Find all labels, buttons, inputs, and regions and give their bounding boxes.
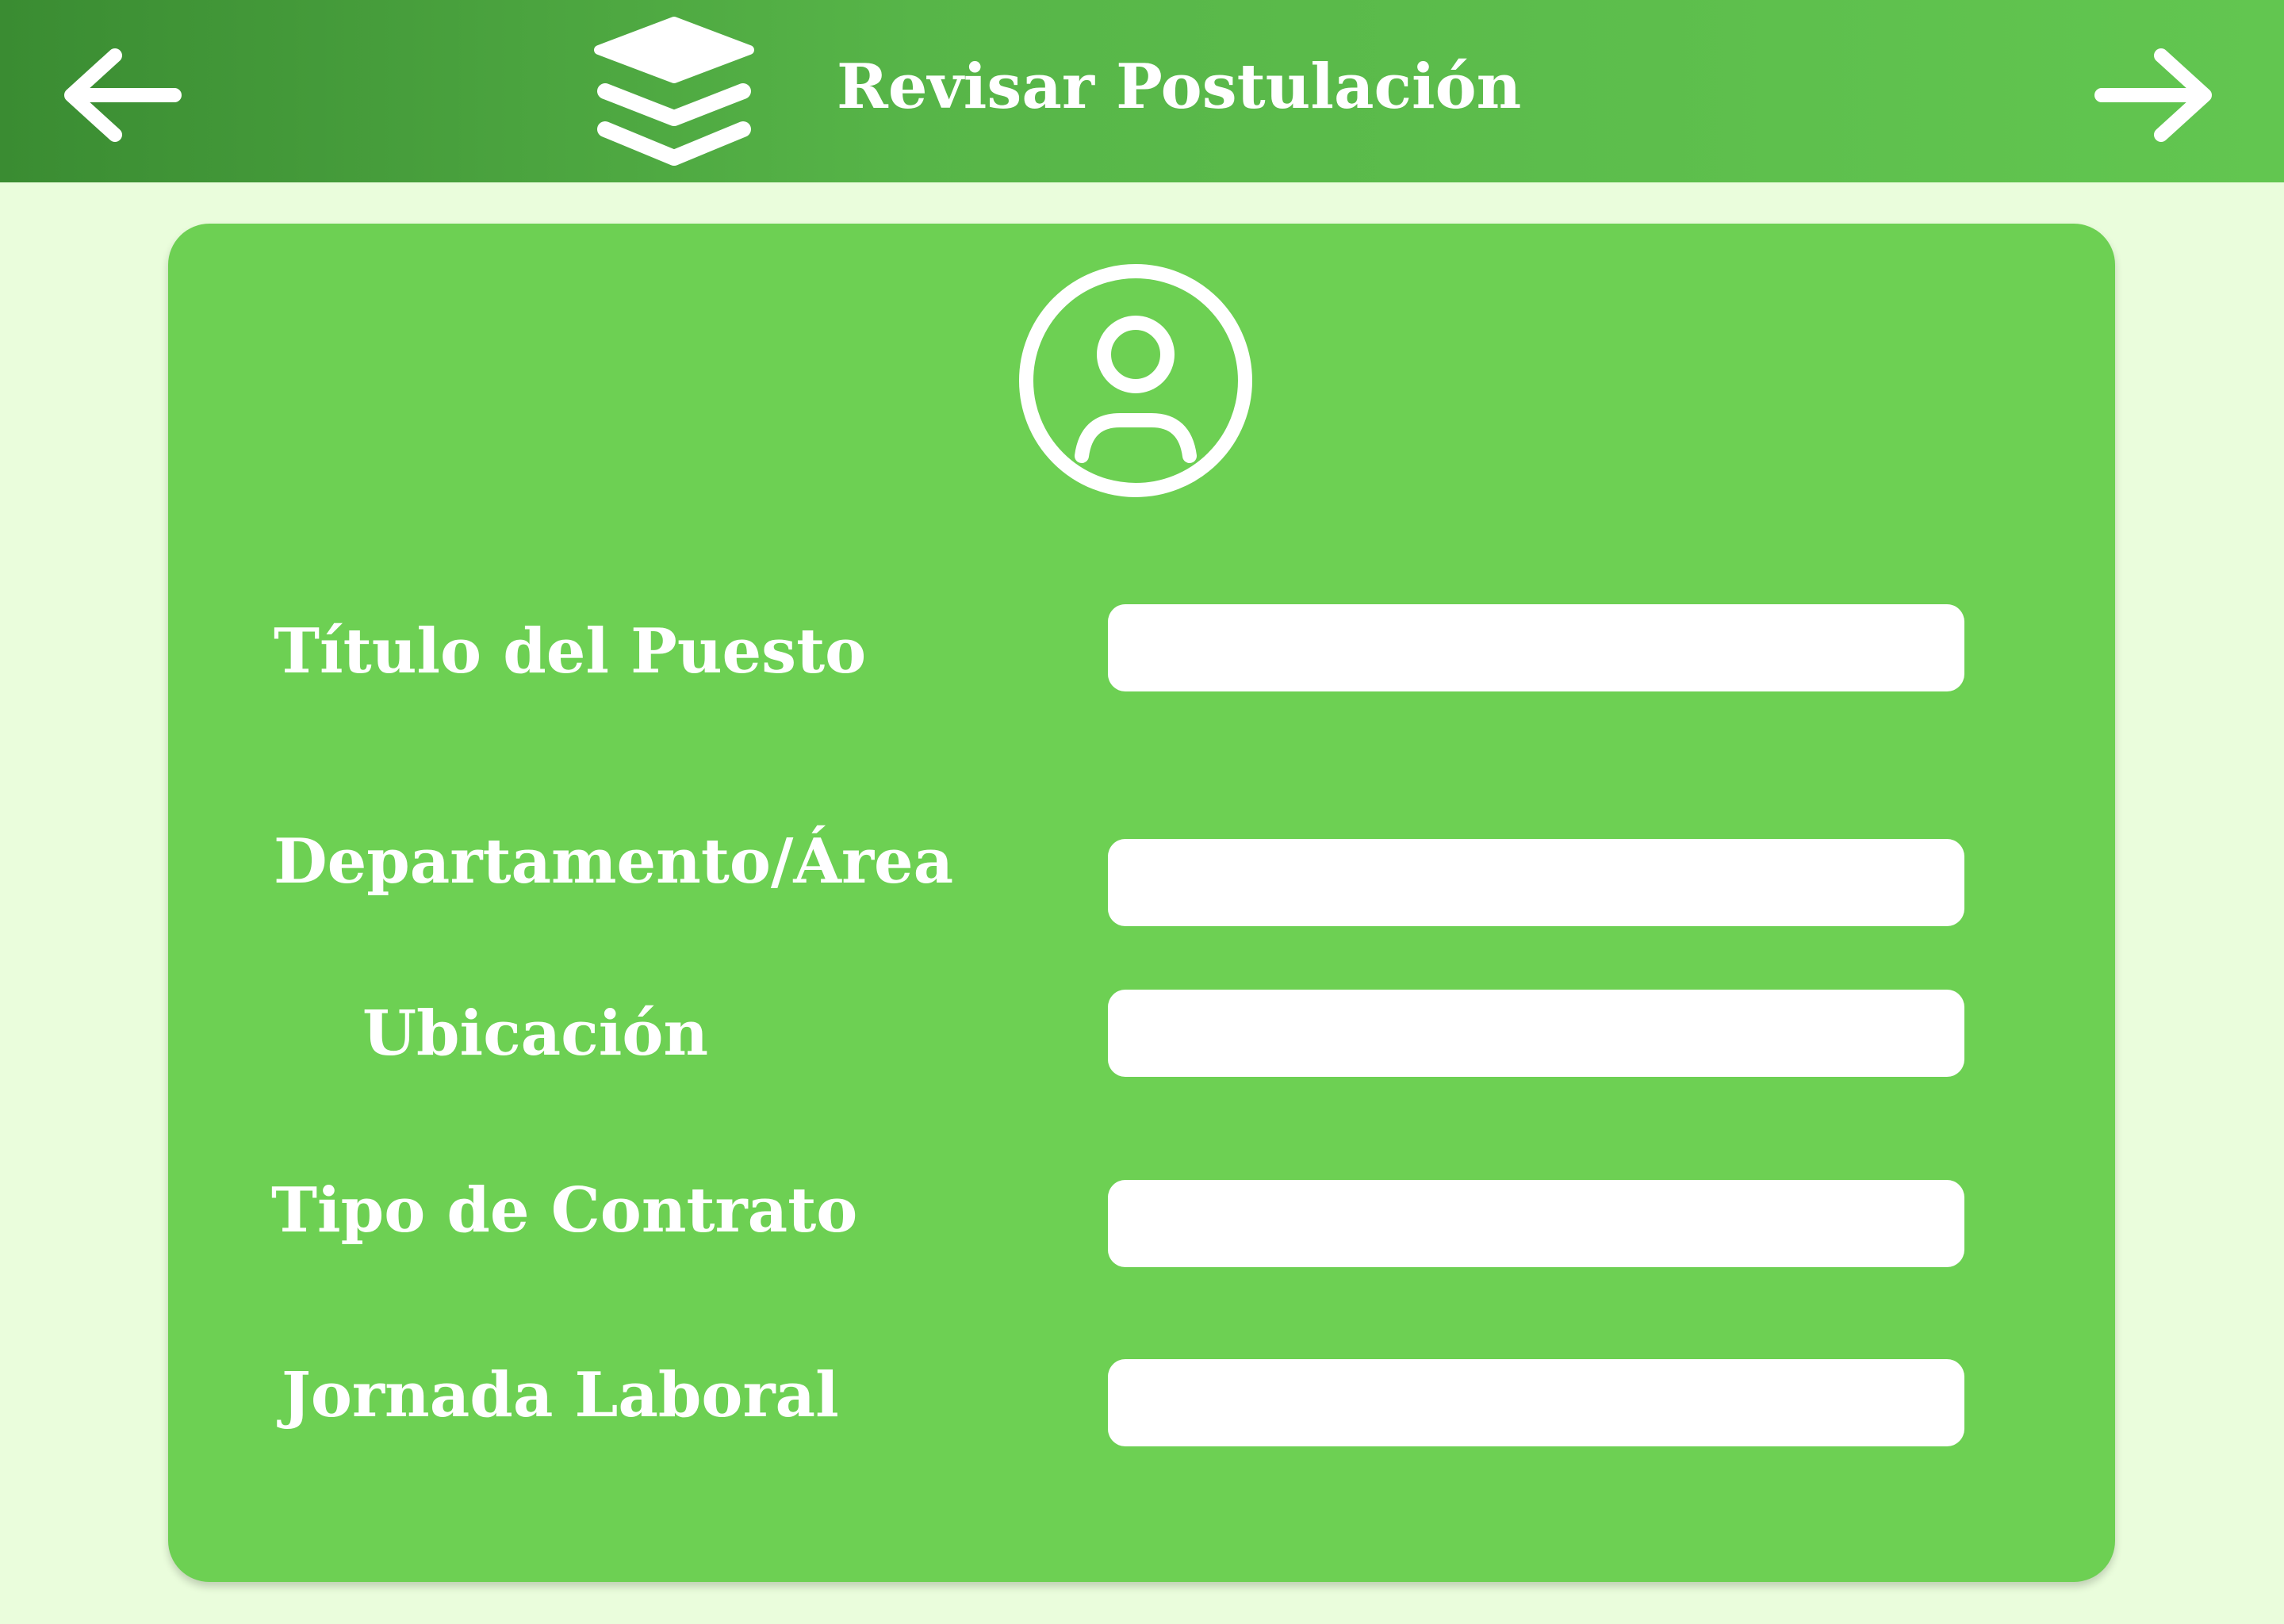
page-title: Revisar Postulación bbox=[837, 51, 1522, 123]
label-work-schedule: Jornada Laboral bbox=[282, 1359, 839, 1431]
label-department: Departamento/Área bbox=[274, 825, 954, 898]
arrow-right-icon bbox=[2094, 48, 2212, 142]
application-card: Título del Puesto Departamento/Área Ubic… bbox=[168, 224, 2115, 1582]
location-input[interactable] bbox=[1108, 990, 1964, 1077]
layers-icon bbox=[583, 12, 765, 174]
label-location: Ubicación bbox=[362, 998, 709, 1070]
label-contract-type: Tipo de Contrato bbox=[271, 1174, 858, 1247]
label-job-title: Título del Puesto bbox=[274, 615, 867, 688]
department-input[interactable] bbox=[1108, 839, 1964, 926]
user-circle-icon bbox=[1017, 262, 1255, 500]
job-title-input[interactable] bbox=[1108, 604, 1964, 691]
work-schedule-input[interactable] bbox=[1108, 1359, 1964, 1446]
back-button[interactable] bbox=[48, 32, 190, 159]
arrow-left-icon bbox=[64, 48, 182, 142]
contract-type-input[interactable] bbox=[1108, 1180, 1964, 1267]
forward-button[interactable] bbox=[2086, 32, 2228, 159]
app-header: Revisar Postulación bbox=[0, 0, 2284, 182]
